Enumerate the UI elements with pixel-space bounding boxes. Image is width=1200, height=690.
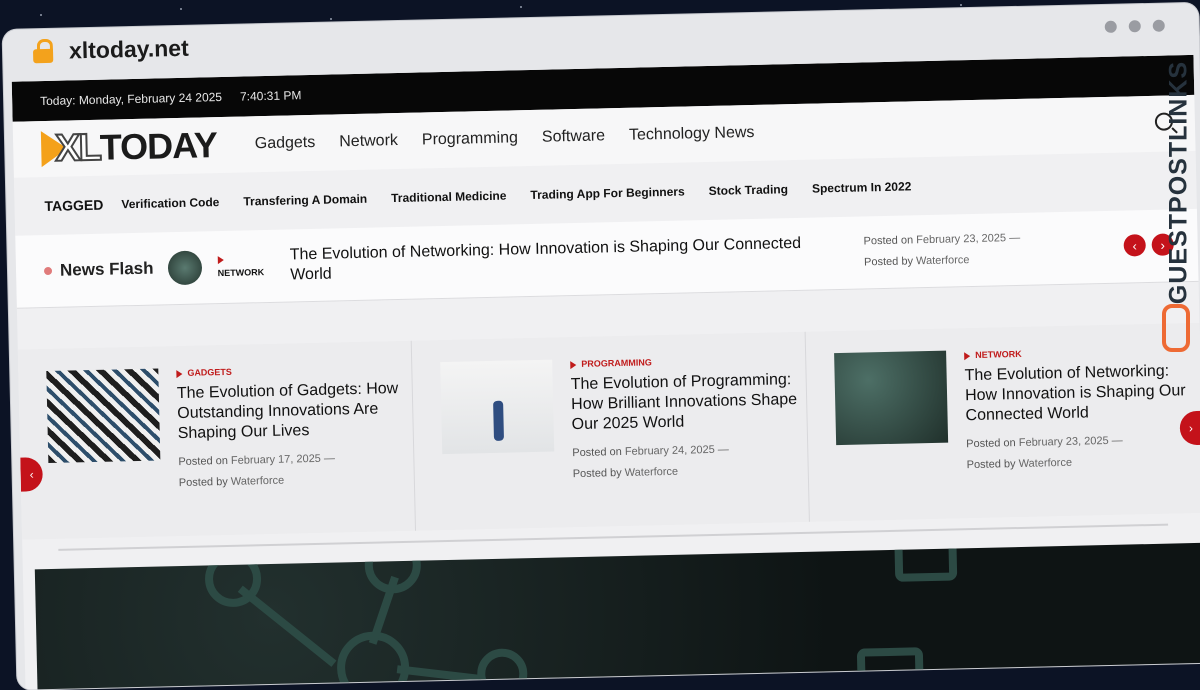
tag-link[interactable]: Traditional Medicine — [391, 189, 507, 206]
browser-window: xltoday.net Today: Monday, February 24 2… — [0, 0, 1200, 690]
post-date[interactable]: February 23, 2025 — [1019, 435, 1109, 449]
logo-xl: XL — [54, 125, 102, 170]
post-category[interactable]: GADGETS — [176, 363, 416, 378]
window-dot-icon[interactable] — [1128, 20, 1141, 33]
post-meta: Posted on February 23, 2025 — Posted by … — [966, 434, 1123, 472]
post-card[interactable]: PROGRAMMING The Evolution of Programming… — [411, 331, 812, 531]
post-title[interactable]: The Evolution of Gadgets: How Outstandin… — [177, 379, 418, 444]
triangle-icon — [176, 369, 183, 378]
lock-icon — [32, 38, 54, 64]
current-date: Today: Monday, February 24 2025 — [40, 89, 223, 109]
nav-technology-news[interactable]: Technology News — [629, 124, 755, 145]
post-author[interactable]: Waterforce — [625, 466, 679, 479]
news-flash-category[interactable]: NETWORK — [217, 255, 264, 278]
posted-by-label: Posted by — [863, 255, 914, 269]
window-controls — [1104, 19, 1165, 33]
posted-on-label: Posted on — [572, 446, 622, 460]
post-title[interactable]: The Evolution of Networking: How Innovat… — [964, 361, 1200, 426]
post-thumbnail[interactable] — [834, 350, 949, 446]
post-date[interactable]: February 17, 2025 — [231, 453, 321, 467]
news-flash-label: News Flash — [59, 258, 154, 280]
watermark-text: GUESTPOSTLINKS — [1164, 60, 1193, 305]
post-card[interactable]: NETWORK The Evolution of Networking: How… — [806, 323, 1200, 522]
news-flash-thumbnail[interactable] — [167, 250, 202, 286]
featured-posts: GADGETS The Evolution of Gadgets: How Ou… — [17, 322, 1200, 540]
posted-on-label: Posted on — [863, 234, 914, 248]
tag-link[interactable]: Spectrum In 2022 — [812, 179, 912, 195]
nav-network[interactable]: Network — [339, 132, 398, 151]
category-label: PROGRAMMING — [581, 357, 652, 369]
chain-link-icon — [1162, 304, 1190, 352]
triangle-icon — [570, 360, 577, 369]
posted-by-label: Posted by — [178, 475, 228, 489]
post-meta: Posted on February 24, 2025 — Posted by … — [572, 443, 729, 481]
posted-by-label: Posted by — [966, 457, 1016, 472]
guestpostlinks-watermark: GUESTPOSTLINKS — [1160, 56, 1194, 356]
current-time: 7:40:31 PM — [239, 88, 302, 104]
post-title[interactable]: The Evolution of Programming: How Brilli… — [571, 370, 812, 435]
url-text: xltoday.net — [68, 34, 189, 63]
triangle-icon — [217, 255, 224, 265]
post-thumbnail[interactable] — [46, 368, 161, 464]
news-flash-headline[interactable]: The Evolution of Networking: How Innovat… — [290, 233, 841, 285]
tagged-label: TAGGED — [44, 196, 104, 215]
post-author[interactable]: Waterforce — [916, 254, 970, 267]
main-nav: Gadgets Network Programming Software Tec… — [255, 124, 755, 153]
bullet-icon — [43, 266, 53, 276]
category-label: NETWORK — [975, 348, 1022, 360]
post-thumbnail[interactable] — [440, 359, 555, 455]
post-author[interactable]: Waterforce — [231, 475, 285, 488]
news-flash-meta: Posted on February 23, 2025 — Posted by … — [863, 232, 1021, 269]
logo-today: TODAY — [99, 124, 218, 168]
post-meta: Posted on February 17, 2025 — Posted by … — [178, 452, 336, 489]
post-category[interactable]: PROGRAMMING — [570, 354, 810, 369]
site-logo[interactable]: XL TODAY — [40, 124, 218, 171]
tag-link[interactable]: Trading App For Beginners — [530, 185, 685, 202]
tag-link[interactable]: Stock Trading — [709, 182, 789, 198]
posted-on-label: Posted on — [178, 454, 229, 469]
nav-programming[interactable]: Programming — [422, 129, 518, 149]
window-dot-icon[interactable] — [1152, 19, 1165, 32]
triangle-icon — [964, 351, 971, 360]
nav-software[interactable]: Software — [542, 127, 606, 146]
nav-gadgets[interactable]: Gadgets — [255, 134, 316, 153]
category-label: GADGETS — [187, 366, 232, 378]
post-date[interactable]: February 24, 2025 — [625, 444, 715, 458]
post-author[interactable]: Waterforce — [1018, 457, 1072, 470]
window-dot-icon[interactable] — [1104, 20, 1117, 33]
web-page: Today: Monday, February 24 2025 7:40:31 … — [11, 54, 1200, 690]
posted-on-label: Posted on — [966, 437, 1016, 451]
posted-by-label: Posted by — [572, 466, 622, 481]
post-card[interactable]: GADGETS The Evolution of Gadgets: How Ou… — [17, 340, 418, 540]
tag-link[interactable]: Transfering A Domain — [243, 192, 367, 209]
prev-arrow-icon[interactable]: ‹ — [1123, 234, 1146, 257]
category-label: NETWORK — [217, 267, 265, 279]
tag-link[interactable]: Verification Code — [121, 195, 219, 211]
post-date[interactable]: February 23, 2025 — [916, 232, 1006, 246]
